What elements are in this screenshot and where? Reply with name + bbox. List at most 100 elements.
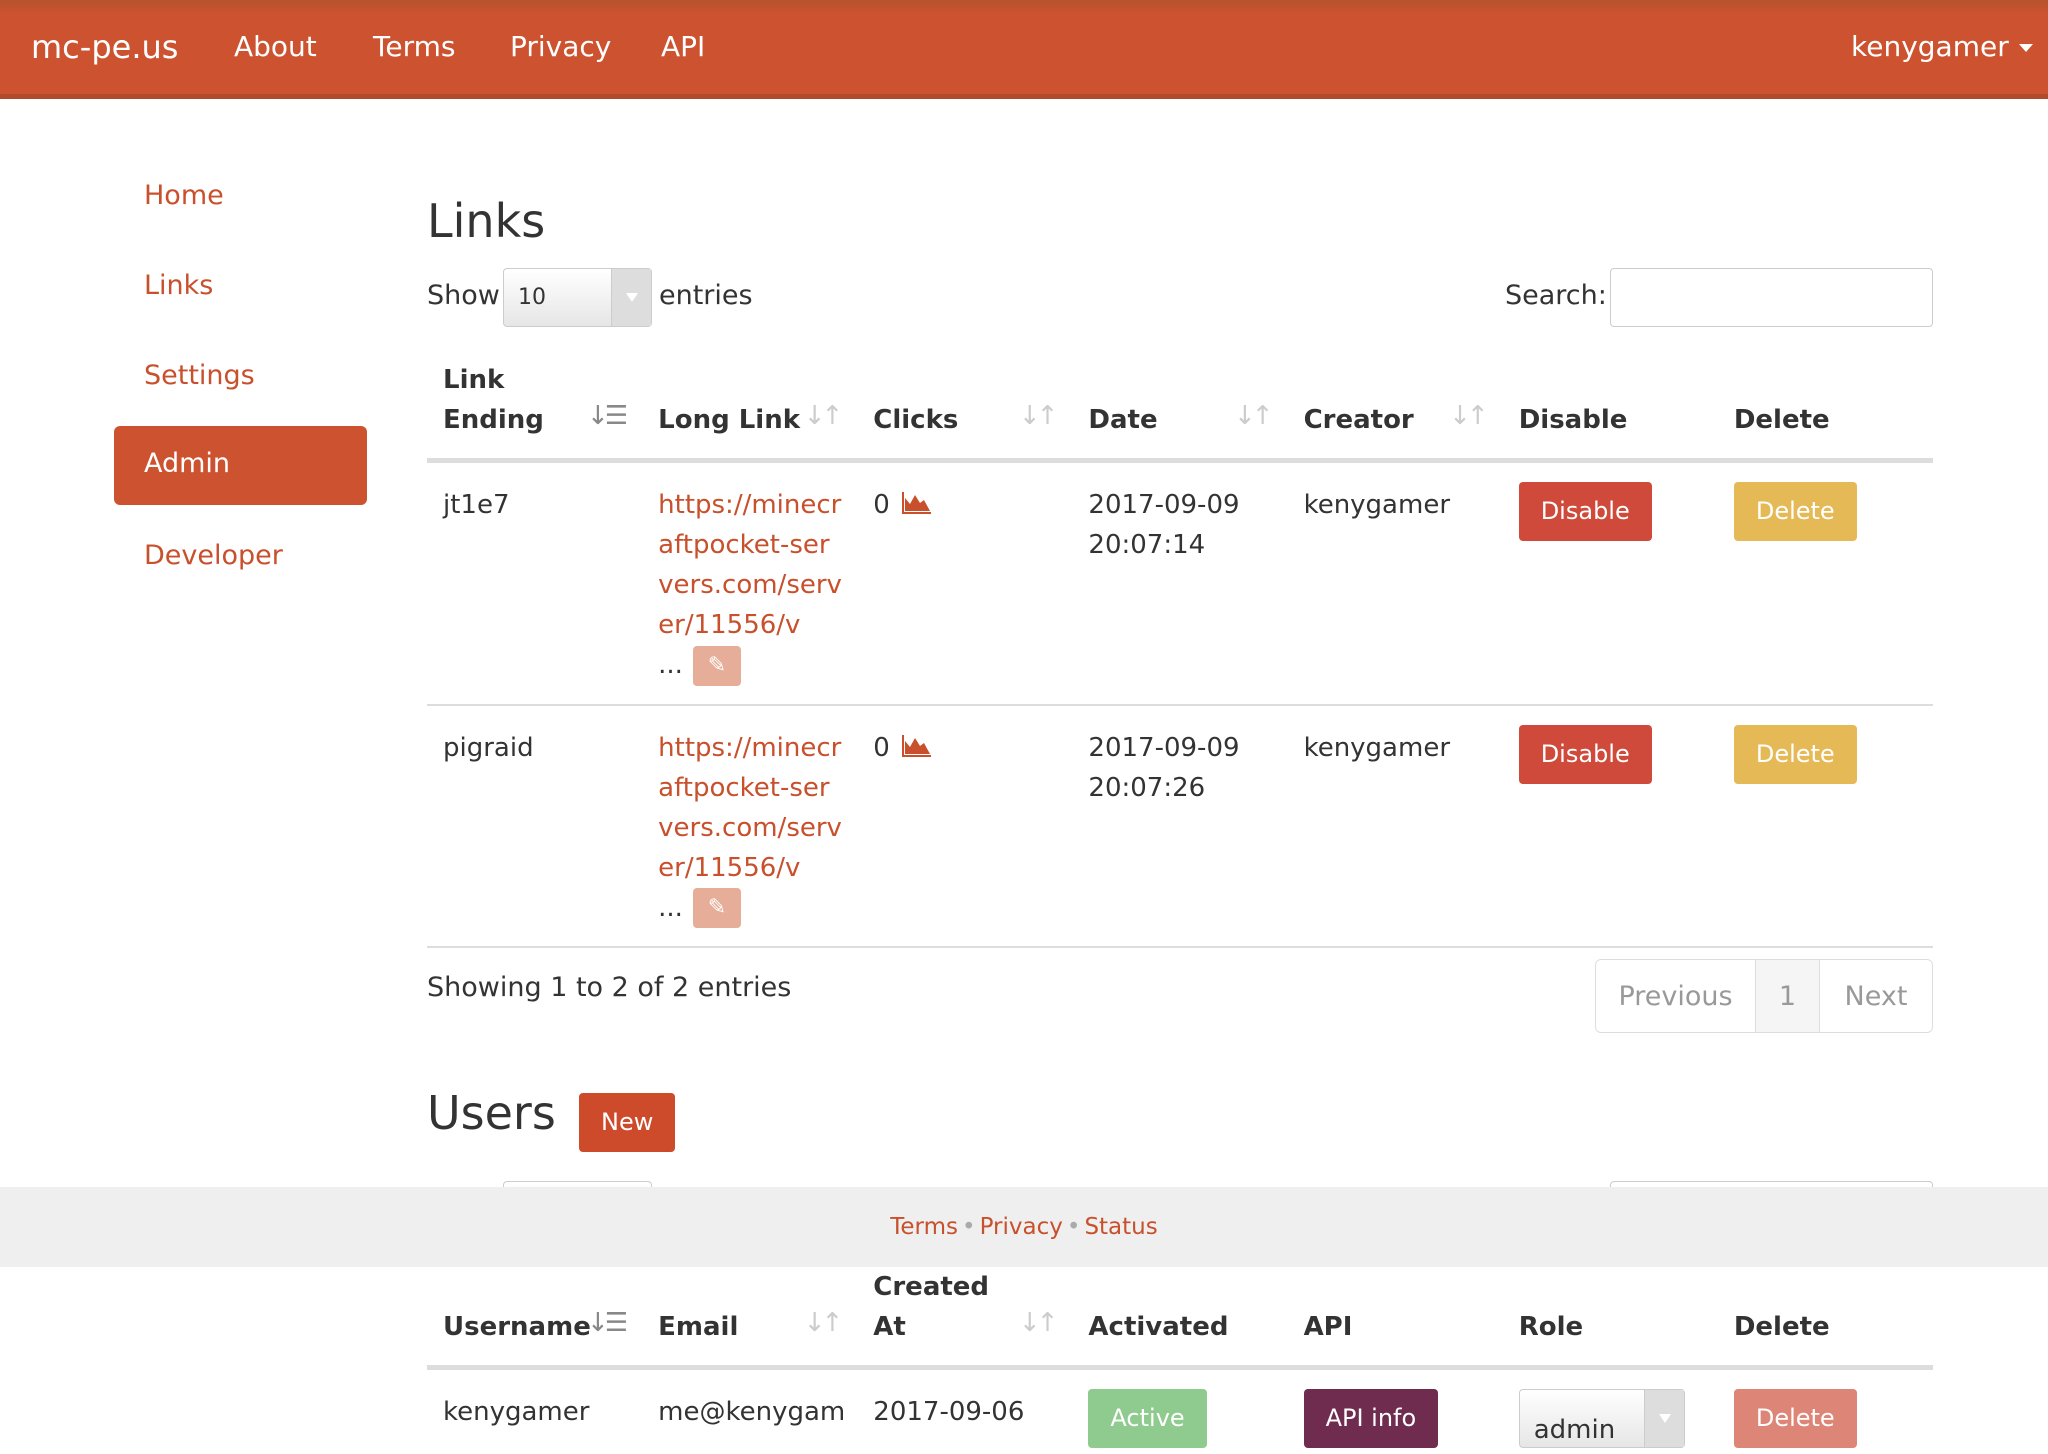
col-role: Role [1518, 1312, 1584, 1342]
user-menu[interactable]: kenygamer [1851, 30, 2033, 63]
creator-cell: kenygamer [1303, 732, 1451, 763]
sidebar-item-admin[interactable]: Admin [114, 426, 367, 505]
active-button[interactable]: Active [1088, 1389, 1207, 1448]
users-title: Users [427, 1086, 556, 1140]
date-value: 2017-09-09 [1088, 490, 1240, 520]
navbar: mc-pe.us About Terms Privacy API kenygam… [0, 0, 2048, 99]
col-date[interactable]: Date ↓↑ [1072, 360, 1287, 461]
sort-icon: ↓↑ [1018, 1308, 1059, 1338]
sort-icon: ↓↑ [1018, 401, 1059, 431]
col-label: Created At [873, 1272, 990, 1342]
col-label: Username [443, 1312, 591, 1342]
separator-dot: • [1066, 1214, 1081, 1240]
page-size-select[interactable]: 10 [503, 268, 652, 327]
delete-button[interactable]: Delete [1733, 482, 1857, 541]
sort-icon: ↓↑ [1233, 401, 1274, 431]
ellipsis: ... [658, 650, 683, 680]
chevron-down-icon [611, 269, 651, 326]
role-select[interactable]: admin [1518, 1389, 1685, 1448]
col-creator[interactable]: Creator ↓↑ [1288, 360, 1503, 461]
col-label: Link Ending [443, 365, 544, 435]
pagination: Previous 1 Next [1595, 959, 1933, 1033]
col-link-ending[interactable]: Link Ending ↓☰ [427, 360, 642, 461]
nav-terms[interactable]: Terms [373, 30, 455, 63]
next-button[interactable]: Next [1820, 960, 1932, 1032]
sidebar-item-settings[interactable]: Settings [144, 360, 255, 391]
sidebar-item-links[interactable]: Links [144, 270, 213, 301]
table-info: Showing 1 to 2 of 2 entries [427, 972, 792, 1003]
users-table: Username ↓☰ Email ↓↑ Created At ↓↑ Activate… [427, 1267, 1933, 1454]
col-delete: Delete [1733, 1312, 1830, 1342]
links-title: Links [427, 194, 546, 248]
col-disable: Disable [1518, 405, 1628, 435]
api-info-button[interactable]: API info [1303, 1389, 1439, 1448]
sidebar-item-home[interactable]: Home [144, 180, 224, 211]
delete-user-button[interactable]: Delete [1733, 1389, 1857, 1448]
edit-icon[interactable]: ✎ [692, 645, 741, 686]
col-long-link[interactable]: Long Link ↓↑ [642, 360, 857, 461]
col-label: Long Link [658, 405, 801, 435]
col-label: Creator [1303, 405, 1414, 435]
time-value: 20:07:26 [1088, 772, 1206, 803]
chevron-down-icon [1643, 1390, 1684, 1447]
link-ending-cell: pigraid [443, 732, 534, 763]
ellipsis: ... [658, 892, 683, 923]
creator-cell: kenygamer [1303, 490, 1451, 520]
col-api: API [1303, 1312, 1353, 1342]
role-value: admin [1533, 1415, 1616, 1445]
area-chart-icon[interactable] [901, 734, 932, 757]
brand-link[interactable]: mc-pe.us [31, 28, 178, 66]
table-row: kenygamer me@kenygam 2017-09-06 Active A… [427, 1368, 1933, 1454]
footer-terms[interactable]: Terms [890, 1214, 958, 1240]
col-created-at[interactable]: Created At ↓↑ [857, 1267, 1072, 1368]
sort-asc-icon: ↓☰ [587, 401, 628, 431]
entries-label: entries [659, 280, 753, 311]
col-delete: Delete [1733, 405, 1830, 435]
footer-status[interactable]: Status [1084, 1214, 1157, 1240]
caret-down-icon [2018, 44, 2033, 52]
clicks-value: 0 [873, 490, 890, 520]
table-row: pigraid https://minecraftpocket-servers.… [427, 705, 1933, 947]
clicks-value: 0 [873, 732, 890, 763]
page-size-value: 10 [518, 285, 546, 310]
link-ending-cell: jt1e7 [443, 490, 510, 520]
col-username[interactable]: Username ↓☰ [427, 1267, 642, 1368]
long-link[interactable]: https://minecraftpocket-servers.com/serv… [658, 485, 843, 645]
search-input[interactable] [1610, 268, 1933, 327]
created-cell: 2017-09-06 [873, 1397, 1025, 1427]
col-label: Clicks [873, 405, 959, 435]
links-table: Link Ending ↓☰ Long Link ↓↑ Clicks ↓↑ Date ↓… [427, 360, 1933, 948]
edit-icon[interactable]: ✎ [692, 888, 741, 928]
page-1-button[interactable]: 1 [1756, 960, 1820, 1032]
email-cell: me@kenygam [658, 1397, 846, 1427]
nav-privacy[interactable]: Privacy [510, 30, 611, 63]
col-clicks[interactable]: Clicks ↓↑ [857, 360, 1072, 461]
col-email[interactable]: Email ↓↑ [642, 1267, 857, 1368]
new-user-button[interactable]: New [579, 1093, 676, 1152]
sort-icon: ↓↑ [1449, 401, 1489, 431]
username-cell: kenygamer [443, 1397, 590, 1427]
sort-asc-icon: ↓☰ [587, 1308, 628, 1338]
show-label: Show [427, 280, 500, 311]
search-label: Search: [1505, 280, 1607, 311]
sidebar-item-developer[interactable]: Developer [144, 540, 283, 571]
disable-button[interactable]: Disable [1518, 724, 1652, 784]
delete-button[interactable]: Delete [1733, 724, 1857, 784]
col-activated: Activated [1088, 1312, 1229, 1342]
footer: Terms • Privacy • Status [0, 1187, 2048, 1267]
nav-api[interactable]: API [661, 30, 705, 63]
nav-about[interactable]: About [234, 30, 317, 63]
user-name: kenygamer [1851, 30, 2009, 63]
long-link[interactable]: https://minecraftpocket-servers.com/serv… [658, 728, 843, 888]
previous-button[interactable]: Previous [1596, 960, 1756, 1032]
time-value: 20:07:14 [1088, 530, 1206, 560]
disable-button[interactable]: Disable [1518, 482, 1652, 541]
area-chart-icon[interactable] [901, 492, 932, 514]
sort-icon: ↓↑ [803, 1308, 844, 1338]
date-value: 2017-09-09 [1088, 732, 1240, 763]
sort-icon: ↓↑ [803, 401, 844, 431]
footer-privacy[interactable]: Privacy [980, 1214, 1063, 1240]
table-row: jt1e7 https://minecraftpocket-servers.co… [427, 461, 1933, 705]
col-label: Email [658, 1312, 739, 1342]
separator-dot: • [962, 1214, 976, 1240]
